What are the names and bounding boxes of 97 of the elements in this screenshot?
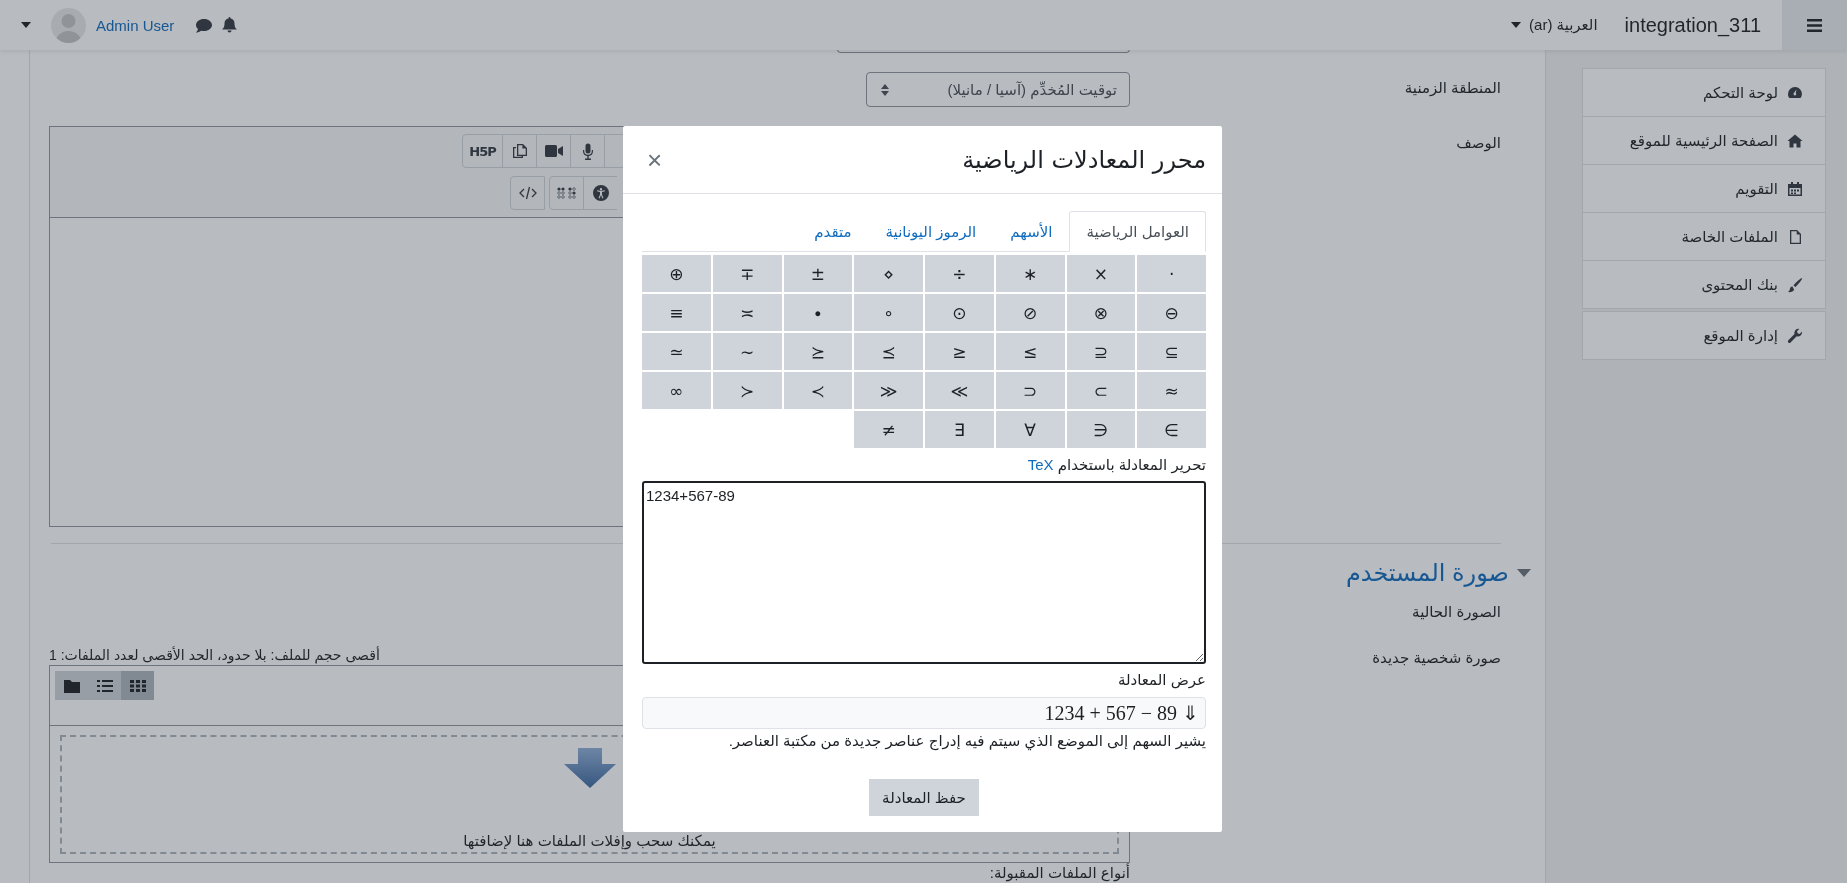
symbol-button[interactable]: ⊇ bbox=[1066, 333, 1136, 370]
site-name: integration_311 bbox=[1624, 13, 1761, 37]
grid-icon bbox=[129, 678, 146, 693]
symbol-button[interactable]: ≫ bbox=[854, 372, 923, 409]
microphone-button[interactable] bbox=[570, 134, 605, 168]
menu-button[interactable] bbox=[1782, 0, 1847, 50]
field-label: الصورة الحالية bbox=[1411, 602, 1501, 621]
code-icon bbox=[518, 186, 537, 200]
section-heading[interactable]: صورة المستخدم bbox=[1345, 559, 1509, 587]
copy-icon bbox=[511, 143, 528, 159]
symbol-button[interactable]: ∋ bbox=[1066, 411, 1136, 448]
sort-arrows-icon bbox=[881, 83, 889, 96]
symbol-button[interactable]: ∀ bbox=[995, 411, 1065, 448]
symbol-button[interactable]: ∙ bbox=[783, 294, 853, 331]
tab[interactable]: الرموز اليونانية bbox=[868, 211, 994, 252]
user-menu-link[interactable]: Admin User bbox=[96, 16, 175, 34]
chat-icon bbox=[196, 17, 213, 33]
symbol-button[interactable]: ⪰ bbox=[783, 333, 853, 370]
nav-item[interactable]: الملفات الخاصة bbox=[1583, 212, 1825, 260]
nav-item[interactable]: إدارة الموقع bbox=[1583, 312, 1825, 359]
accessibility-button[interactable] bbox=[583, 176, 617, 210]
file-icon bbox=[1787, 228, 1803, 245]
nav-item[interactable]: بنك المحتوى bbox=[1583, 260, 1825, 308]
symbol-button[interactable]: ± bbox=[783, 255, 853, 292]
dashboard-icon bbox=[1787, 84, 1803, 101]
field-label: صورة شخصية جديدة bbox=[1371, 649, 1501, 667]
accessibility-icon bbox=[592, 185, 609, 201]
code-button[interactable] bbox=[510, 176, 545, 210]
timezone-select[interactable]: توقيت المُخدِّم (آسيا / مانيلا) bbox=[866, 72, 1130, 107]
symbol-button[interactable]: ∓ bbox=[712, 255, 782, 292]
symbol-button[interactable]: ⊆ bbox=[1137, 333, 1206, 370]
home-icon bbox=[1787, 132, 1803, 149]
symbol-button[interactable]: ⪯ bbox=[854, 333, 923, 370]
h5p-button[interactable]: H5P bbox=[462, 134, 503, 168]
folder-icon bbox=[63, 678, 80, 693]
save-button[interactable]: حفظ المعادلة bbox=[869, 779, 979, 816]
symbol-button[interactable]: ⊕ bbox=[642, 255, 711, 292]
symbol-button[interactable]: ÷ bbox=[925, 255, 994, 292]
equation-preview: 1234 + 567 − 89 ⇓ bbox=[642, 697, 1206, 729]
caret-down-icon[interactable] bbox=[1517, 569, 1531, 577]
symbol-button[interactable]: ≃ bbox=[642, 333, 711, 370]
list-icon bbox=[96, 678, 113, 693]
tab[interactable]: الأسهم bbox=[993, 211, 1070, 252]
tex-input[interactable]: 1234+567-89 bbox=[642, 481, 1206, 664]
symbol-button[interactable]: ∘ bbox=[854, 294, 923, 331]
wrench-icon bbox=[1787, 327, 1803, 344]
field-label: المنطقة الزمنية bbox=[1403, 78, 1501, 97]
tex-link[interactable]: TeX bbox=[1027, 456, 1054, 473]
symbol-button[interactable]: · bbox=[1137, 255, 1206, 292]
close-button[interactable]: × bbox=[639, 146, 671, 173]
symbol-button[interactable]: ∼ bbox=[712, 333, 782, 370]
symbol-button[interactable]: ∃ bbox=[925, 411, 994, 448]
preview-label: عرض المعادلة bbox=[1116, 670, 1206, 690]
symbol-button[interactable]: ∞ bbox=[642, 372, 711, 409]
grid-view-button[interactable] bbox=[121, 671, 154, 700]
microphone-icon bbox=[581, 142, 594, 160]
symbol-button[interactable]: ≺ bbox=[783, 372, 853, 409]
symbol-button[interactable]: ≻ bbox=[712, 372, 782, 409]
symbol-button[interactable]: ≥ bbox=[925, 333, 994, 370]
file-limits-text: أقصى حجم للملف: بلا حدود، الحد الأقصى لعدد الملفات: 1 bbox=[49, 645, 381, 665]
down-arrow-icon bbox=[563, 748, 616, 788]
tab[interactable]: العوامل الرياضية bbox=[1069, 211, 1206, 252]
bell-icon bbox=[222, 17, 238, 33]
symbol-button[interactable]: ⊂ bbox=[1066, 372, 1136, 409]
calendar-icon bbox=[1787, 180, 1803, 197]
brush-icon bbox=[1787, 276, 1803, 293]
field-label: الوصف bbox=[1455, 133, 1501, 152]
symbol-button[interactable]: ∈ bbox=[1137, 411, 1206, 448]
symbol-button[interactable]: ⊘ bbox=[995, 294, 1065, 331]
symbol-button[interactable]: ⊗ bbox=[1066, 294, 1136, 331]
copy-button[interactable] bbox=[502, 134, 537, 168]
video-camera-icon bbox=[544, 145, 563, 157]
menu-icon bbox=[1807, 18, 1822, 32]
symbol-button[interactable]: ⊖ bbox=[1137, 294, 1206, 331]
video-button[interactable] bbox=[536, 134, 571, 168]
language-menu[interactable]: العربية (ar) bbox=[1511, 16, 1598, 34]
symbol-button[interactable]: ≠ bbox=[854, 411, 923, 448]
tab[interactable]: متقدم bbox=[797, 211, 869, 252]
symbol-button[interactable]: ≈ bbox=[1137, 372, 1206, 409]
accepted-types-label: أنواع الملفات المقبولة: bbox=[988, 864, 1130, 882]
symbol-button[interactable]: ≪ bbox=[925, 372, 994, 409]
toolbar-button[interactable] bbox=[604, 134, 624, 168]
symbol-button[interactable]: ≤ bbox=[995, 333, 1065, 370]
symbol-button[interactable]: ≍ bbox=[712, 294, 782, 331]
symbol-button[interactable]: ⋄ bbox=[854, 255, 923, 292]
nav-item[interactable]: التقويم bbox=[1583, 164, 1825, 212]
caret-down-icon bbox=[1511, 22, 1522, 28]
nav-item[interactable]: الصفحة الرئيسية للموقع bbox=[1583, 116, 1825, 164]
symbol-button[interactable]: ⊃ bbox=[995, 372, 1065, 409]
symbol-button[interactable]: × bbox=[1066, 255, 1136, 292]
nav-item[interactable]: لوحة التحكم bbox=[1583, 69, 1825, 116]
braille-icon bbox=[556, 187, 577, 199]
symbol-button[interactable]: ≡ bbox=[642, 294, 711, 331]
symbol-button[interactable]: ∗ bbox=[995, 255, 1065, 292]
drop-zone-text: يمكنك سحب وإفلات الملفات هنا لإضافتها bbox=[463, 832, 716, 850]
caret-down-icon bbox=[21, 22, 31, 28]
symbol-button[interactable]: ⊙ bbox=[925, 294, 994, 331]
